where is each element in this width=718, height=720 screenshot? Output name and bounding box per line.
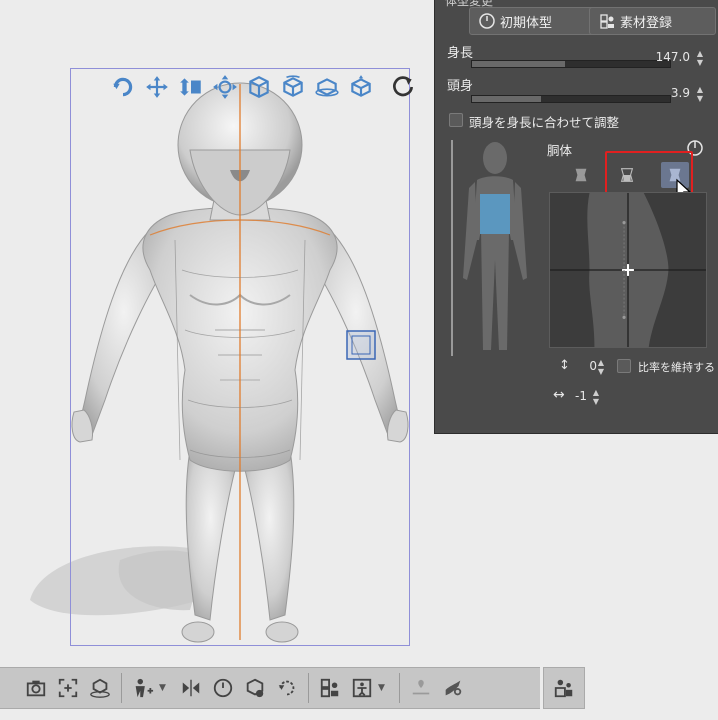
head-slider-fill: [472, 96, 542, 102]
hand-icon[interactable]: [437, 672, 469, 704]
toolbar-separator: [121, 673, 122, 703]
gizmo-plane-icon[interactable]: [312, 72, 342, 102]
vertical-arrow-icon: ↕: [559, 358, 570, 373]
horizontal-spinner[interactable]: ▲ ▼: [590, 387, 602, 407]
body-shape-panel: 体型変更 初期体型 素材登録 身長 147.0 ▲ ▼ 頭身 3.9 ▲ ▼ 頭身を…: [434, 0, 718, 434]
part-label: 胴体: [547, 143, 573, 158]
body-preview[interactable]: [455, 140, 535, 358]
pose-dropdown-icon[interactable]: ▼: [378, 683, 388, 693]
camera-icon[interactable]: [20, 672, 52, 704]
register-icon[interactable]: [314, 672, 346, 704]
keep-ratio-checkbox[interactable]: [617, 359, 631, 373]
rig-icon: [405, 672, 437, 704]
height-slider-fill: [472, 61, 566, 67]
camera-frame: [70, 68, 410, 646]
adjust-head-label: 頭身を身長に合わせて調整: [469, 115, 620, 130]
floor-icon[interactable]: [84, 672, 116, 704]
material-icon[interactable]: [239, 672, 271, 704]
object-toolbar: ▼ ▼: [0, 667, 540, 709]
height-spinner[interactable]: ▲ ▼: [694, 48, 706, 68]
move-depth-icon[interactable]: [176, 72, 206, 102]
pose-icon[interactable]: [346, 672, 378, 704]
person-icon[interactable]: [548, 672, 580, 704]
gizmo-rotate2-icon[interactable]: [278, 72, 308, 102]
register-material-label: 素材登録: [620, 15, 673, 31]
gizmo-scale-icon[interactable]: [346, 72, 376, 102]
toolbar-separator: [308, 673, 309, 703]
flip-icon[interactable]: [175, 672, 207, 704]
add-pose-dropdown-icon[interactable]: ▼: [159, 683, 169, 693]
pan-icon[interactable]: [142, 72, 172, 102]
height-value[interactable]: 147.0: [630, 50, 690, 64]
rotate-icon[interactable]: [108, 72, 138, 102]
add-pose-icon[interactable]: [127, 672, 159, 704]
head-label: 頭身: [447, 79, 474, 94]
reset-circle-icon: [479, 13, 495, 29]
vertical-row: ↕ 0 ▲ ▼ 比率を維持する: [435, 356, 718, 378]
initial-shape-label: 初期体型: [500, 15, 553, 31]
upper-torso-icon[interactable]: [567, 162, 595, 188]
object-launcher: [108, 72, 418, 104]
gizmo-move-icon[interactable]: [210, 72, 240, 102]
rotate-reset-icon[interactable]: [271, 672, 303, 704]
toolbar-separator: [399, 673, 400, 703]
vertical-spinner[interactable]: ▲ ▼: [595, 357, 607, 377]
register-material-icon: [600, 14, 614, 29]
horizontal-value[interactable]: -1: [573, 389, 587, 403]
head-value[interactable]: 3.9: [630, 86, 690, 100]
keep-ratio-label: 比率を維持する: [638, 361, 715, 374]
gizmo-rotate-icon[interactable]: [244, 72, 274, 102]
register-material-button[interactable]: 素材登録: [589, 7, 716, 35]
horizontal-row: ↔ -1 ▲ ▼: [435, 386, 718, 408]
reset-icon[interactable]: [207, 672, 239, 704]
horizontal-arrow-icon: ↔: [553, 387, 565, 403]
fit-frame-icon[interactable]: [52, 672, 84, 704]
adjust-head-checkbox[interactable]: [449, 113, 463, 127]
shape-graph[interactable]: [549, 192, 707, 348]
extra-toolbar: [543, 667, 585, 709]
reset-view-icon[interactable]: [388, 72, 418, 102]
head-spinner[interactable]: ▲ ▼: [694, 84, 706, 104]
height-label: 身長: [447, 46, 474, 61]
